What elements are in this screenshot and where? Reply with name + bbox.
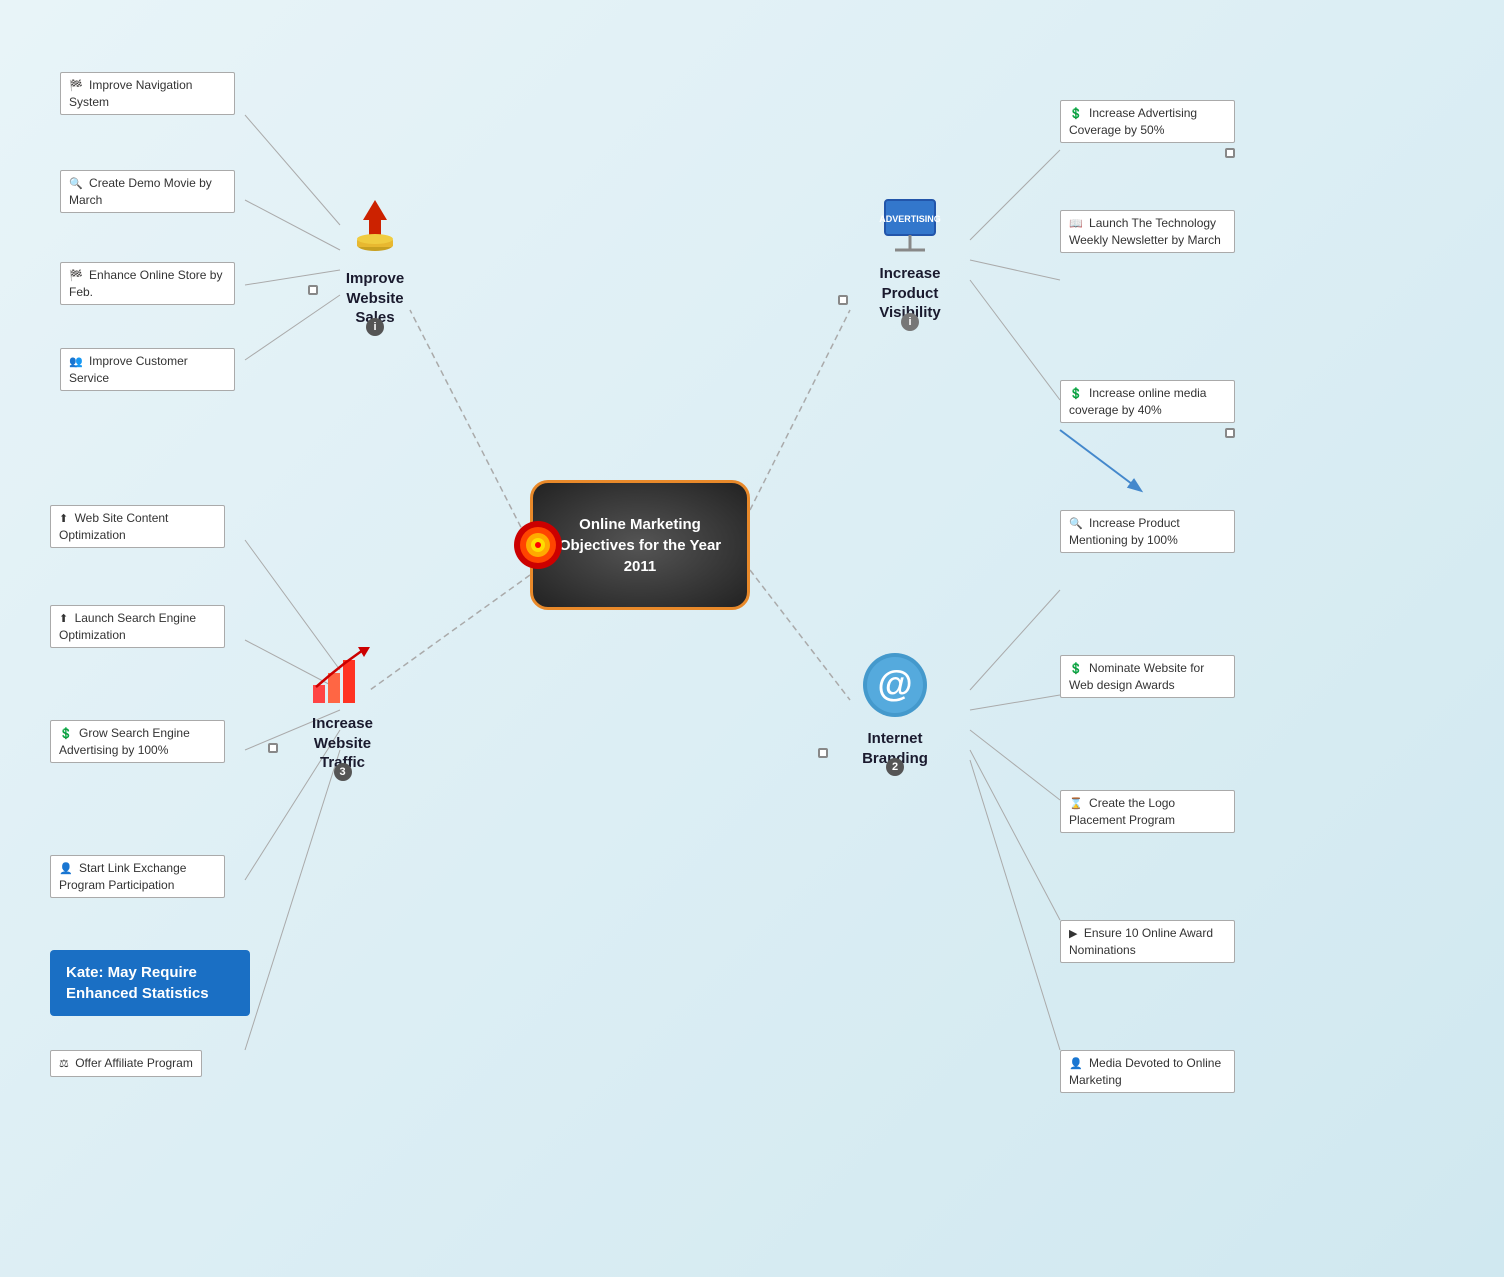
visibility-icon: ADVERTISING xyxy=(840,195,980,260)
flag2-icon: 🏁 xyxy=(69,270,83,282)
mindmap-canvas: Online Marketing Objectives for the Year… xyxy=(0,0,1504,1277)
subtopic-newsletter: 📖 Launch The Technology Weekly Newslette… xyxy=(1060,210,1235,253)
dollar2-icon: 💲 xyxy=(1069,388,1083,400)
subtopic-web-awards: 💲 Nominate Website for Web design Awards xyxy=(1060,655,1235,698)
svg-text:ADVERTISING: ADVERTISING xyxy=(879,214,941,224)
topic-improve-website-sales: ImproveWebsiteSales i xyxy=(310,195,440,328)
up-arrow-icon: ⬆ xyxy=(59,513,68,525)
subtopic-media-devoted: 👤 Media Devoted to Online Marketing xyxy=(1060,1050,1235,1093)
target-icon xyxy=(513,520,563,570)
subtopic-advertising: 💲 Increase Advertising Coverage by 50% xyxy=(1060,100,1235,143)
subtopic-link-exchange: 👤 Start Link Exchange Program Participat… xyxy=(50,855,225,898)
center-node: Online Marketing Objectives for the Year… xyxy=(530,480,750,610)
subtopic-logo-program: ⌛ Create the Logo Placement Program xyxy=(1060,790,1235,833)
subtopic-media-coverage: 💲 Increase online media coverage by 40% xyxy=(1060,380,1235,423)
note-text: Kate: May Require Enhanced Statistics xyxy=(66,964,209,1002)
subtopic-demo-movie: 🔍 Create Demo Movie by March xyxy=(60,170,235,213)
person-icon: 👤 xyxy=(1069,1058,1083,1070)
center-node-text: Online Marketing Objectives for the Year… xyxy=(533,506,747,585)
topic-increase-traffic: IncreaseWebsiteTraffic 3 xyxy=(270,645,415,773)
people-icon: 👥 xyxy=(69,356,83,368)
expand-media-coverage[interactable] xyxy=(1225,428,1235,438)
improve-sales-icon xyxy=(310,195,440,265)
magnify-icon: 🔍 xyxy=(1069,518,1083,530)
up-arrow2-icon: ⬆ xyxy=(59,613,68,625)
search-icon: 🔍 xyxy=(69,178,83,190)
svg-text:@: @ xyxy=(877,663,912,704)
dollar4-icon: 💲 xyxy=(59,728,73,740)
user-icon: 👤 xyxy=(59,863,73,875)
traffic-icon xyxy=(270,645,415,710)
dollar-icon: 💲 xyxy=(1069,108,1083,120)
subtopic-navigation: 🏁 Improve Navigation System xyxy=(60,72,235,115)
note-box: Kate: May Require Enhanced Statistics xyxy=(50,950,250,1016)
subtopic-content-optimization: ⬆ Web Site Content Optimization xyxy=(50,505,225,548)
scale-icon: ⚖ xyxy=(59,1058,69,1070)
timer-icon: ⌛ xyxy=(1069,798,1083,810)
improve-sales-badge: i xyxy=(366,318,384,336)
subtopic-customer-service: 👥 Improve Customer Service xyxy=(60,348,235,391)
subtopic-mentioning: 🔍 Increase Product Mentioning by 100% xyxy=(1060,510,1235,553)
subtopic-affiliate: ⚖ Offer Affiliate Program xyxy=(50,1050,202,1077)
subtopic-search-engine-opt: ⬆ Launch Search Engine Optimization xyxy=(50,605,225,648)
subtopic-online-store: 🏁 Enhance Online Store by Feb. xyxy=(60,262,235,305)
dollar3-icon: 💲 xyxy=(1069,663,1083,675)
play-icon: ▶ xyxy=(1069,928,1077,940)
visibility-badge: i xyxy=(901,313,919,331)
branding-badge: 2 xyxy=(886,758,904,776)
topic-internet-branding: @ InternetBranding 2 xyxy=(820,650,970,768)
flag-icon: 🏁 xyxy=(69,80,83,92)
subtopic-search-advertising: 💲 Grow Search Engine Advertising by 100% xyxy=(50,720,225,763)
expand-advertising[interactable] xyxy=(1225,148,1235,158)
book-icon: 📖 xyxy=(1069,218,1083,230)
topic-increase-product-visibility: ADVERTISING IncreaseProductVisibility i xyxy=(840,195,980,323)
branding-icon: @ xyxy=(820,650,970,725)
traffic-badge: 3 xyxy=(334,763,352,781)
subtopic-award-nominations: ▶ Ensure 10 Online Award Nominations xyxy=(1060,920,1235,963)
